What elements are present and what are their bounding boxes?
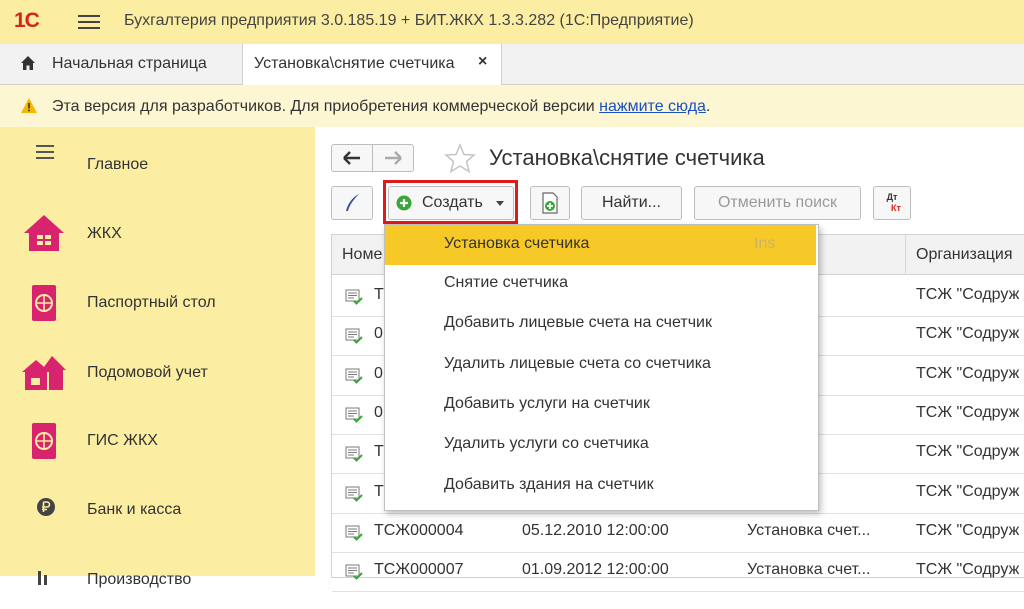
cell-organization: ТСЖ "Содруж xyxy=(916,365,1020,382)
post-document-button[interactable] xyxy=(331,186,373,220)
posted-document-icon xyxy=(345,564,363,580)
cell-number: Т xyxy=(374,483,384,500)
warning-icon xyxy=(21,98,37,113)
dropdown-item-label: Снятие счетчика xyxy=(444,274,569,291)
table-row[interactable]: ТСЖ000007 01.09.2012 12:00:00 Установка сч… xyxy=(332,552,1024,592)
cancel-search-button[interactable]: Отменить поиск xyxy=(694,186,861,220)
posted-document-icon xyxy=(345,486,363,502)
dropdown-item[interactable]: Добавить лицевые счета на счетчик xyxy=(385,304,816,344)
create-button-highlight xyxy=(383,180,518,224)
dropdown-item-label: Установка счетчика xyxy=(444,235,590,252)
purchase-link[interactable]: нажмите сюда xyxy=(599,98,706,115)
forward-button[interactable] xyxy=(372,144,414,172)
house-icon xyxy=(24,215,64,251)
cell-operation: Установка счет... xyxy=(747,561,871,578)
posted-document-icon xyxy=(345,407,363,423)
menu-lines-icon xyxy=(36,145,54,159)
sidebar-item-label: Банк и касса xyxy=(87,501,182,518)
sidebar-item-bank[interactable]: Банк и касса xyxy=(0,479,315,539)
cell-operation: Установка счет... xyxy=(747,522,871,539)
cell-organization: ТСЖ "Содруж xyxy=(916,325,1020,342)
passport-icon xyxy=(32,423,56,459)
cell-number: ТСЖ000004 xyxy=(374,522,464,539)
dropdown-item-label: Удалить услуги со счетчика xyxy=(444,435,649,452)
cell-number: 0 xyxy=(374,404,383,421)
main-menu-icon[interactable] xyxy=(78,11,100,31)
copy-button[interactable] xyxy=(530,186,570,220)
app-title: Бухгалтерия предприятия 3.0.185.19 + БИТ… xyxy=(124,12,694,29)
dt-kt-button[interactable]: Дт Кт xyxy=(873,186,911,220)
find-button[interactable]: Найти... xyxy=(581,186,682,220)
cell-organization: ТСЖ "Содруж xyxy=(916,483,1020,500)
dropdown-item[interactable]: Установка счетчика Ins xyxy=(385,225,816,265)
posted-document-icon xyxy=(345,368,363,384)
posted-document-icon xyxy=(345,289,363,305)
dropdown-item[interactable]: Добавить услуги на счетчик xyxy=(385,385,816,425)
dropdown-item[interactable]: Снятие счетчика xyxy=(385,264,816,304)
close-icon[interactable]: × xyxy=(478,53,487,71)
column-header-organization[interactable]: Организация xyxy=(906,235,1024,275)
posted-document-icon xyxy=(345,328,363,344)
dropdown-item[interactable]: Удалить лицевые счета со счетчика xyxy=(385,345,816,385)
passport-icon xyxy=(32,285,56,321)
favorite-star-icon[interactable] xyxy=(444,143,476,173)
dropdown-item-label: Добавить здания на счетчик xyxy=(444,476,654,493)
dt-label: Дт xyxy=(886,192,898,202)
kt-label: Кт xyxy=(891,203,901,213)
dropdown-item-label: Добавить лицевые счета на счетчик xyxy=(444,314,712,331)
cell-date: 05.12.2010 12:00:00 xyxy=(522,522,669,539)
cell-organization: ТСЖ "Содруж xyxy=(916,443,1020,460)
home-icon xyxy=(21,56,35,70)
sidebar-item-label: ЖКХ xyxy=(87,225,122,242)
dropdown-item-label: Удалить лицевые счета со счетчика xyxy=(444,355,711,372)
dropdown-item-shortcut: Ins xyxy=(754,235,776,252)
sidebar-item-passport[interactable]: Паспортный стол xyxy=(0,273,315,333)
tab-active-label: Установка\снятие счетчика xyxy=(254,55,455,72)
sidebar-item-label: Паспортный стол xyxy=(87,294,216,311)
factory-icon xyxy=(38,571,47,585)
sidebar-item-house-accounting[interactable]: Подомовой учет xyxy=(0,342,315,402)
sidebar-item-zhkh[interactable]: ЖКХ xyxy=(0,203,315,263)
cell-organization: ТСЖ "Содруж xyxy=(916,404,1020,421)
sidebar: Главное ЖКХ Паспортный стол Подомовой уч… xyxy=(0,127,315,588)
sidebar-item-main[interactable]: Главное xyxy=(0,135,315,195)
sidebar-item-label: Подомовой учет xyxy=(87,364,208,381)
dropdown-item[interactable]: Добавить здания на счетчик xyxy=(385,466,816,506)
arrow-right-icon xyxy=(385,151,402,165)
1c-logo[interactable]: 1С xyxy=(14,9,50,33)
cell-organization: ТСЖ "Содруж xyxy=(916,522,1020,539)
cell-number: Т xyxy=(374,443,384,460)
cell-date: 01.09.2012 12:00:00 xyxy=(522,561,669,578)
sidebar-item-gis[interactable]: ГИС ЖКХ xyxy=(0,411,315,471)
cell-organization: ТСЖ "Содруж xyxy=(916,561,1020,578)
warning-message: Эта версия для разработчиков. Для приобр… xyxy=(52,98,600,115)
cell-number: 0 xyxy=(374,365,383,382)
quill-icon xyxy=(346,194,359,211)
houses-icon xyxy=(22,356,66,390)
dropdown-item[interactable]: Удалить услуги со счетчика xyxy=(385,425,816,465)
arrow-left-icon xyxy=(343,151,360,165)
table-row[interactable]: ТСЖ000004 05.12.2010 12:00:00 Установка сч… xyxy=(332,513,1024,553)
posted-document-icon xyxy=(345,446,363,462)
cell-organization: ТСЖ "Содруж xyxy=(916,286,1020,303)
form-title: Установка\снятие счетчика xyxy=(489,145,765,170)
warning-text: Эта версия для разработчиков. Для приобр… xyxy=(52,98,710,116)
dropdown-item-label: Добавить услуги на счетчик xyxy=(444,395,650,412)
sidebar-item-label: ГИС ЖКХ xyxy=(87,432,158,449)
cell-number: ТСЖ000007 xyxy=(374,561,464,578)
sidebar-item-label: Главное xyxy=(87,156,149,173)
cell-number: 0 xyxy=(374,325,383,342)
tab-home-label: Начальная страница xyxy=(52,55,207,72)
new-document-icon xyxy=(542,192,558,214)
posted-document-icon xyxy=(345,525,363,541)
sidebar-item-label: Производство xyxy=(87,571,192,588)
back-button[interactable] xyxy=(331,144,373,172)
cell-number: Т xyxy=(374,286,384,303)
ruble-coin-icon xyxy=(37,498,55,516)
sidebar-item-production[interactable]: Производство xyxy=(0,549,315,609)
warning-suffix: . xyxy=(705,98,711,115)
